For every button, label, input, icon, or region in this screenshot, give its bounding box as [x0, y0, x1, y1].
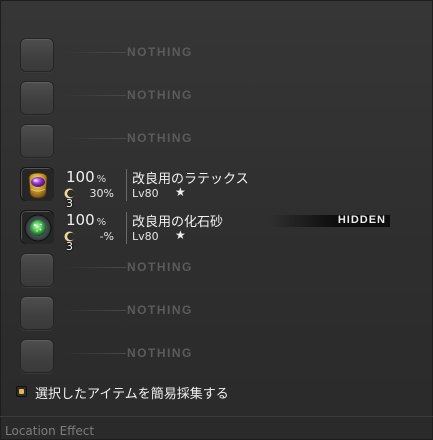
- gather-rate: 100%: [66, 211, 116, 229]
- latex-icon: [22, 169, 54, 201]
- empty-slot-frame: [20, 296, 54, 330]
- hidden-badge-label: HIDDEN: [337, 214, 386, 226]
- gathering-slot-list: NOTHING NOTHING NOTHING 3 100 % 30% 改良用の…: [0, 34, 433, 378]
- quick-gather-checkbox[interactable]: [16, 386, 27, 397]
- nothing-divider-line: [64, 138, 126, 139]
- gathering-slot-item[interactable]: 3 100% -% 改良用の化石砂 Lv80 ★ HIDDEN: [0, 206, 433, 253]
- gathering-window: NOTHING NOTHING NOTHING 3 100 % 30% 改良用の…: [0, 0, 433, 440]
- fossil-sand-icon: [22, 212, 54, 244]
- gathering-slot-empty: NOTHING: [0, 120, 433, 163]
- nothing-divider-line: [64, 267, 126, 268]
- gather-rate: 100%: [66, 168, 116, 186]
- item-level: Lv80: [132, 230, 159, 243]
- gathering-slot-empty: NOTHING: [0, 77, 433, 120]
- nothing-divider-line: [64, 310, 126, 311]
- empty-slot-frame: [20, 124, 54, 158]
- hq-rate-icon: [64, 188, 75, 199]
- nothing-label: NOTHING: [127, 45, 193, 59]
- empty-slot-frame: [20, 38, 54, 72]
- footer-divider: [0, 416, 433, 417]
- empty-slot-frame: [20, 81, 54, 115]
- location-effect-label: Location Effect: [5, 424, 95, 438]
- gathering-slot-empty: NOTHING: [0, 34, 433, 77]
- star-icon: ★: [175, 228, 186, 242]
- checkbox-check-mark: [19, 389, 24, 394]
- hq-rate-value: 30%: [89, 187, 114, 200]
- gathering-slot-item[interactable]: 3 100% 30% 改良用のラテックス Lv80 ★: [0, 163, 433, 210]
- gather-rate-unit: %: [96, 217, 107, 228]
- empty-slot-frame: [20, 253, 54, 287]
- nothing-label: NOTHING: [127, 303, 193, 317]
- item-divider: [126, 212, 127, 244]
- item-icon-frame[interactable]: 3: [20, 210, 73, 253]
- star-icon: ★: [175, 185, 186, 199]
- nothing-label: NOTHING: [127, 131, 193, 145]
- gather-rate-unit: %: [96, 174, 107, 185]
- nothing-divider-line: [64, 52, 126, 53]
- nothing-divider-line: [64, 353, 126, 354]
- gather-rate-value: 100: [66, 211, 95, 229]
- gathering-slot-empty: NOTHING: [0, 335, 433, 378]
- nothing-label: NOTHING: [127, 260, 193, 274]
- nothing-label: NOTHING: [127, 88, 193, 102]
- item-level: Lv80: [132, 187, 159, 200]
- nothing-divider-line: [64, 95, 126, 96]
- item-icon-frame[interactable]: 3: [20, 167, 73, 210]
- quick-gather-label[interactable]: 選択したアイテムを簡易採集する: [35, 383, 229, 402]
- item-name: 改良用のラテックス: [132, 172, 249, 187]
- hq-rate-value: -%: [99, 230, 114, 243]
- nothing-label: NOTHING: [127, 346, 193, 360]
- gathering-slot-empty: NOTHING: [0, 249, 433, 292]
- gather-rate-value: 100: [66, 168, 95, 186]
- empty-slot-frame: [20, 339, 54, 373]
- hidden-badge: HIDDEN: [270, 214, 390, 227]
- item-divider: [126, 169, 127, 201]
- hq-rate-icon: [64, 231, 75, 242]
- gathering-slot-empty: NOTHING: [0, 292, 433, 335]
